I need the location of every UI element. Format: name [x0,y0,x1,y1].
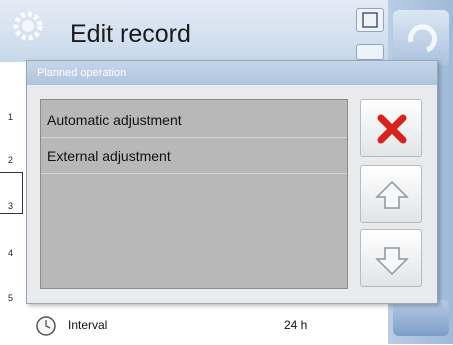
page-title: Edit record [70,20,191,48]
interval-label: Interval [68,318,108,332]
row-number: 1 [8,112,14,122]
interval-row[interactable] [0,306,388,344]
operation-list: Automatic adjustment External adjustment [40,99,348,289]
print-button[interactable] [356,8,384,32]
list-item[interactable]: External adjustment [41,138,347,174]
list-item[interactable]: Automatic adjustment [41,102,347,138]
undo-icon [408,24,438,53]
scroll-up-button[interactable] [360,165,422,223]
close-icon [377,114,407,144]
row-number: 4 [8,248,14,258]
bottom-right-button[interactable] [393,300,449,336]
row-number: 2 [8,155,14,165]
gear-icon [13,11,43,41]
secondary-button[interactable] [356,44,384,60]
list-item-label: External adjustment [47,148,171,164]
row-number: 5 [8,293,14,303]
header-bar [0,0,453,62]
clock-icon [36,316,56,336]
list-item-label: Automatic adjustment [47,112,182,128]
interval-value: 24 h [284,318,308,332]
dialog-titlebar: Planned operation [27,61,437,85]
printer-icon [362,12,378,28]
undo-button[interactable] [393,10,449,66]
arrow-down-icon [375,247,409,276]
scroll-down-button[interactable] [360,229,422,287]
close-button[interactable] [360,99,422,157]
arrow-up-icon [375,180,409,209]
row-number: 3 [8,201,14,211]
planned-operation-dialog: Planned operation Automatic adjustment E… [26,60,438,304]
dialog-title: Planned operation [37,67,127,79]
